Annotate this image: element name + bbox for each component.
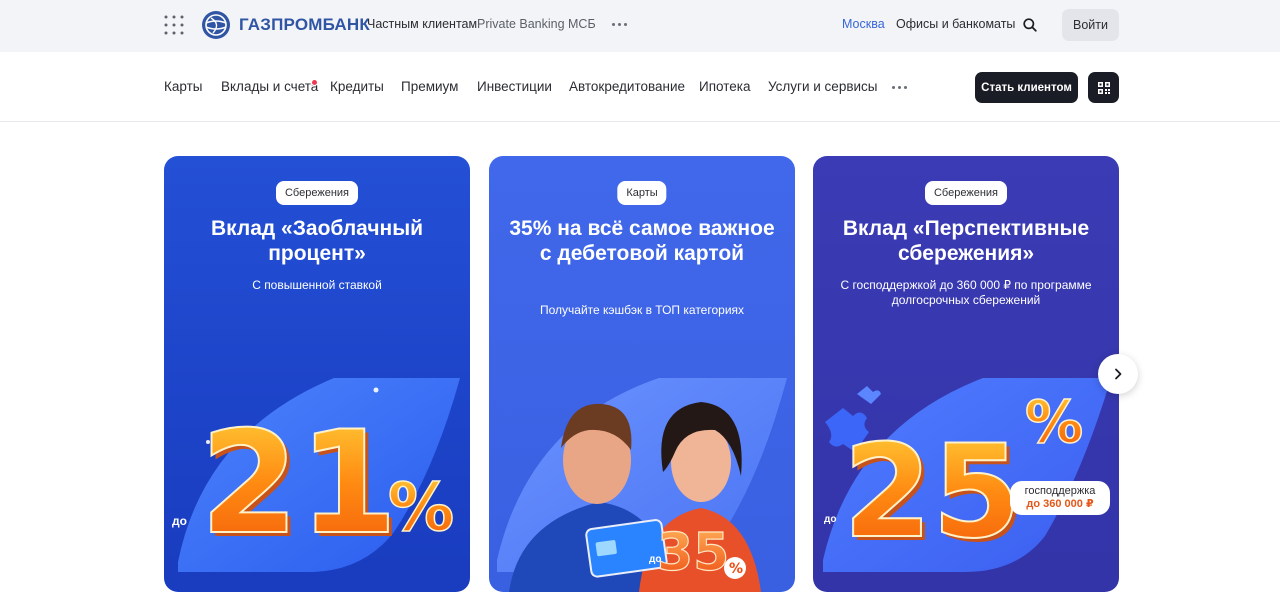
brand-logo[interactable]: ГАЗПРОМБАНК: [201, 10, 370, 40]
promo-card-debit-cashback[interactable]: Карты 35% на всё самое важное с дебетово…: [489, 156, 795, 592]
main-navigation: Карты Вклады и счета Кредиты Премиум Инв…: [0, 52, 1280, 122]
more-nav-icon[interactable]: [892, 86, 907, 89]
card-title: 35% на всё самое важное с дебетовой карт…: [509, 217, 775, 265]
card-title: Вклад «Перспективные сбережения»: [842, 217, 1090, 265]
chevron-right-icon: [1115, 368, 1122, 380]
svg-text:%: %: [388, 469, 454, 546]
card-subtitle: С господдержкой до 360 000 ₽ по программ…: [840, 278, 1092, 307]
svg-text:35: 35: [657, 523, 729, 583]
card-title: Вклад «Заоблачный процент»: [210, 217, 424, 265]
nav-item-credits[interactable]: Кредиты: [330, 79, 384, 94]
nav-item-investments[interactable]: Инвестиции: [477, 79, 552, 94]
carousel-next-button[interactable]: [1098, 354, 1138, 394]
category-chip: Сбережения: [275, 181, 359, 205]
nav-item-premium[interactable]: Премиум: [401, 79, 458, 94]
svg-text:25: 25: [843, 418, 1021, 567]
offices-atms-link[interactable]: Офисы и банкоматы: [896, 17, 1015, 31]
top-link-private-clients[interactable]: Частным клиентам: [367, 17, 477, 31]
card-subtitle: С повышенной ставкой: [252, 278, 382, 292]
category-chip: Сбережения: [924, 181, 1008, 205]
nav-item-services[interactable]: Услуги и сервисы: [768, 79, 878, 94]
qr-code-icon: [1097, 81, 1110, 94]
nav-item-mortgage[interactable]: Ипотека: [699, 79, 750, 94]
become-client-button[interactable]: Стать клиентом: [975, 72, 1078, 103]
nav-item-cards[interactable]: Карты: [164, 79, 202, 94]
state-support-badge: господдержка до 360 000 ₽: [1010, 481, 1110, 515]
rate-prefix: до: [172, 514, 187, 528]
nav-item-auto-loans[interactable]: Автокредитование: [569, 79, 685, 94]
apps-grid-icon[interactable]: [164, 15, 184, 35]
rate-21-illustration: 21 21 %: [178, 378, 460, 572]
nav-item-deposits[interactable]: Вклады и счета: [221, 79, 318, 94]
search-icon[interactable]: [1022, 17, 1038, 33]
globe-logo-icon: [202, 11, 230, 39]
top-link-private-banking[interactable]: Private Banking: [477, 17, 565, 31]
badge-line-1: господдержка: [1024, 485, 1096, 497]
svg-text:21: 21: [200, 401, 398, 566]
qr-code-button[interactable]: [1088, 72, 1119, 103]
rate-prefix: до: [824, 514, 837, 525]
couple-with-card-illustration: 35 %: [497, 378, 787, 592]
svg-text:%: %: [1025, 388, 1083, 456]
category-chip: Карты: [617, 181, 667, 205]
notification-dot: [311, 79, 318, 86]
login-button[interactable]: Войти: [1062, 9, 1119, 41]
city-selector[interactable]: Москва: [842, 17, 885, 31]
rate-prefix: до: [649, 554, 662, 565]
card-subtitle: Получайте кэшбэк в ТОП категориях: [539, 303, 745, 317]
top-link-smb[interactable]: МСБ: [568, 17, 596, 31]
badge-line-2: до 360 000 ₽: [1026, 498, 1094, 510]
top-bar: ГАЗПРОМБАНК Частным клиентам Private Ban…: [0, 0, 1280, 52]
more-links-icon[interactable]: [612, 23, 627, 26]
promo-card-cloud-deposit[interactable]: Сбережения Вклад «Заоблачный процент» С …: [164, 156, 470, 592]
svg-text:%: %: [729, 561, 743, 577]
rate-25-illustration: 25 25 %: [823, 378, 1111, 572]
promo-card-prospective-savings[interactable]: Сбережения Вклад «Перспективные сбережен…: [813, 156, 1119, 592]
brand-name: ГАЗПРОМБАНК: [239, 15, 370, 34]
